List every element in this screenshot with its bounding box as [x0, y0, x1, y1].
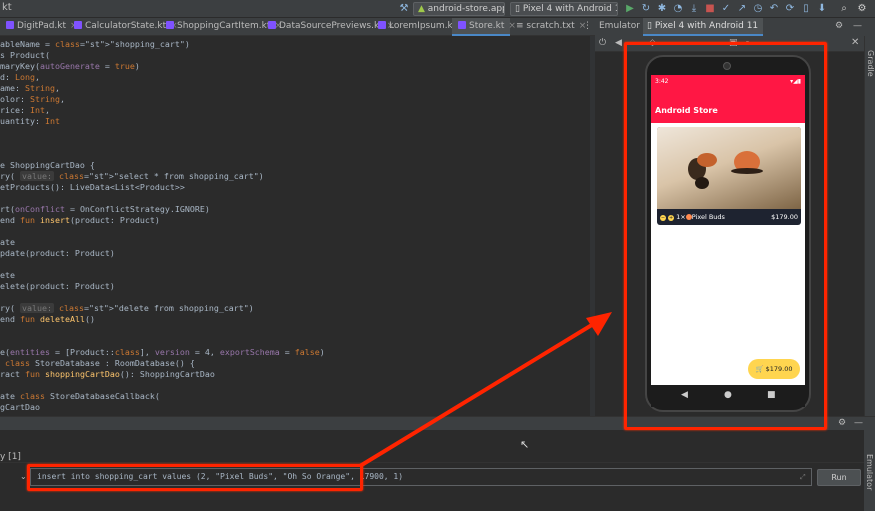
- annotation-arrow: [358, 312, 612, 468]
